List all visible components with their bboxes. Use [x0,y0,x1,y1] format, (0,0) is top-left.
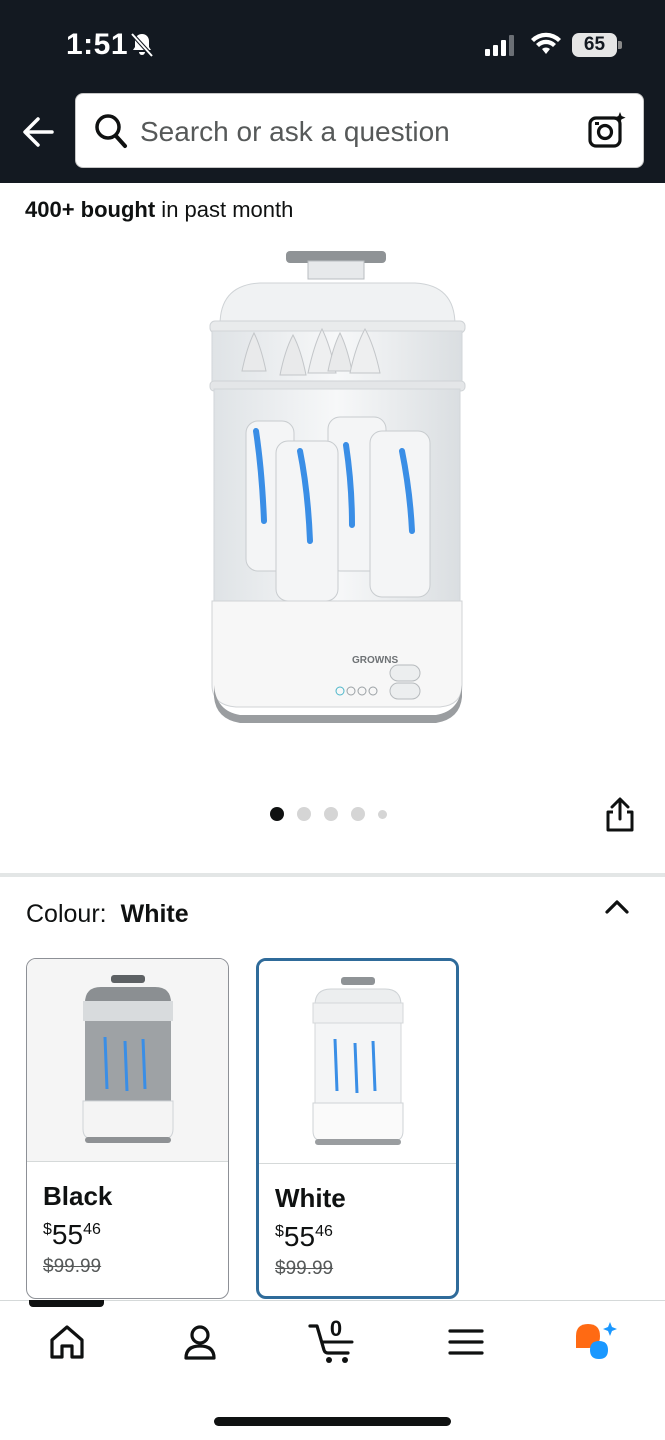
signal-icon [485,35,514,56]
option-name: Black [43,1181,113,1211]
bought-count: 400+ bought in past month [25,197,294,222]
status-time: 1:51 [66,28,129,61]
home-icon[interactable] [47,1322,87,1362]
bell-off-icon [130,32,154,58]
cart-count: 0 [329,1316,343,1341]
chevron-up-icon[interactable] [603,896,631,918]
search-input[interactable] [140,112,560,152]
carousel-dots[interactable] [270,807,387,821]
section-divider [0,873,665,877]
header: 1:51 65 [0,0,665,183]
carousel-dot[interactable] [324,807,338,821]
brand-label: GROWNS [352,655,398,666]
menu-icon[interactable] [446,1322,486,1362]
search-bar[interactable] [75,93,644,168]
colour-option-black[interactable]: Black $5546 $99.99 [26,958,229,1299]
colour-label: Colour: [26,900,107,928]
rufus-icon[interactable] [572,1320,620,1362]
camera-icon[interactable] [587,110,627,150]
nav-active-indicator [29,1300,104,1307]
carousel-dot[interactable] [270,807,284,821]
carousel-dot[interactable] [378,809,387,819]
wifi-icon [531,32,561,54]
colour-selected-value: White [120,900,189,928]
option-price: $5546 [275,1221,333,1252]
option-price: $5546 [43,1219,101,1250]
option-list-price: $99.99 [43,1256,102,1277]
product-image[interactable]: GROWNS [200,245,475,745]
colour-option-white[interactable]: White $5546 $99.99 [256,958,459,1299]
back-arrow-icon[interactable] [20,112,56,152]
home-indicator [214,1417,451,1426]
search-icon [95,114,127,148]
colour-selector-header: Colour: White [26,900,189,929]
battery-indicator: 65 [572,33,622,57]
swatch-image [259,961,456,1164]
option-list-price: $99.99 [275,1258,334,1279]
carousel-dot[interactable] [351,807,365,821]
share-icon[interactable] [604,797,636,833]
battery-level: 65 [572,33,617,57]
swatch-image [27,959,228,1162]
carousel-dot[interactable] [297,807,311,821]
account-icon[interactable] [180,1322,220,1362]
option-name: White [275,1183,346,1213]
